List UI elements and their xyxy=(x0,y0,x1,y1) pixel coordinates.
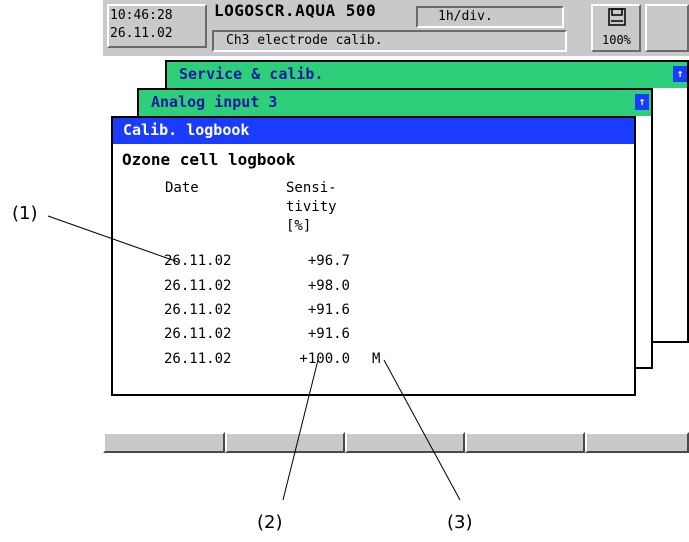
callout-line-3 xyxy=(383,359,461,501)
callout-line-1 xyxy=(47,215,179,263)
callout-label-3: (3) xyxy=(447,512,473,533)
callout-lines xyxy=(47,215,461,501)
callout-line-2 xyxy=(282,359,319,501)
callout-label-1: (1) xyxy=(12,203,38,224)
callout-label-2: (2) xyxy=(257,512,283,533)
